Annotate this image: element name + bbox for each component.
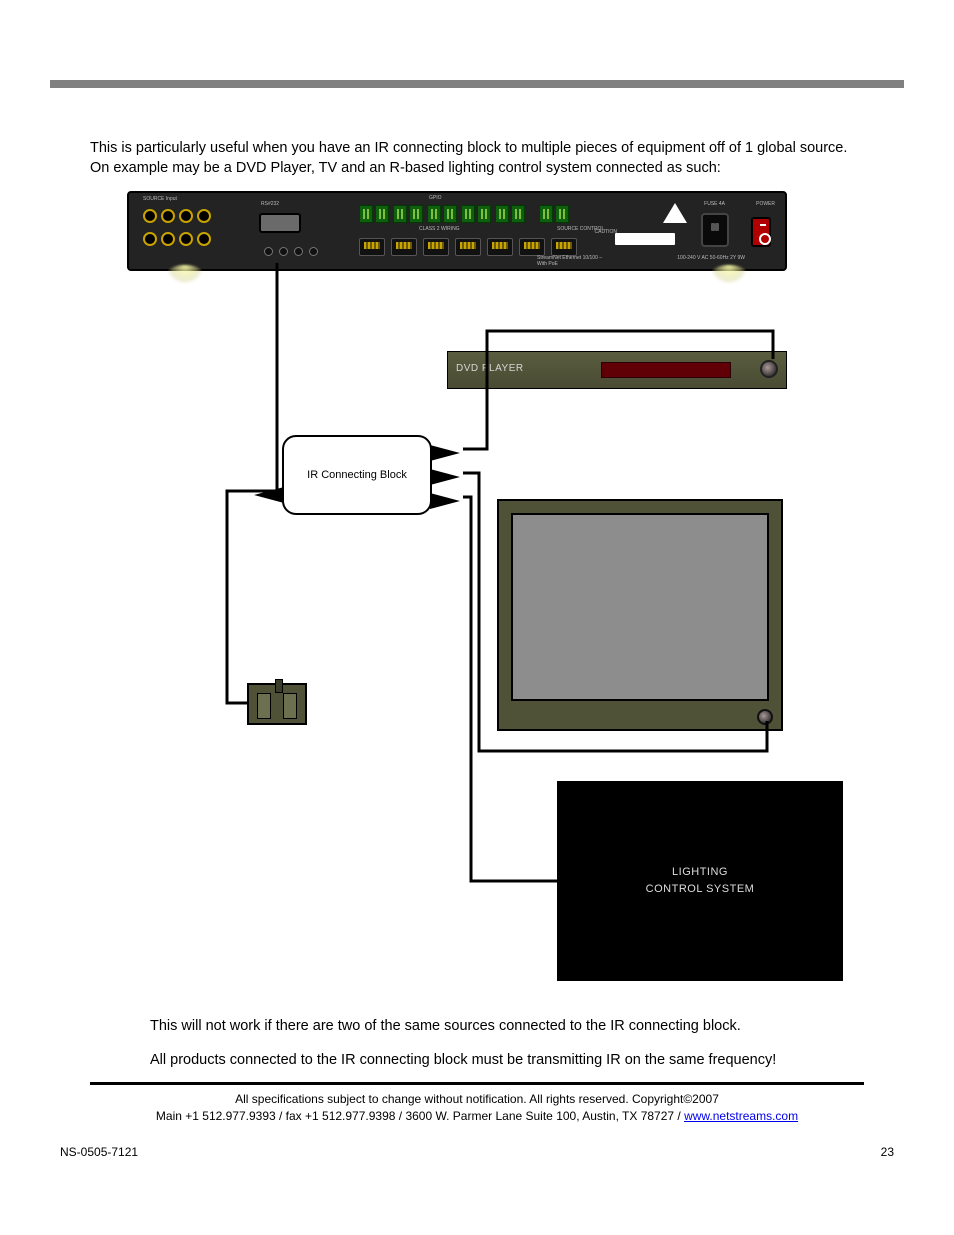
warning-triangle-icon: [663, 203, 687, 223]
ir-plug-1-icon: [430, 445, 460, 461]
rs232-port: [259, 213, 301, 233]
tv-screen: [511, 513, 769, 701]
dvd-label: DVD PLAYER: [456, 363, 524, 374]
lcs-label-2: CONTROL SYSTEM: [646, 881, 755, 898]
ir-plug-3-icon: [430, 493, 460, 509]
rca-inputs: [141, 207, 213, 253]
power-switch: [751, 217, 771, 247]
dvd-tray: [601, 362, 731, 378]
footer-link[interactable]: www.netstreams.com: [684, 1109, 798, 1123]
hub-label-source: SOURCE Input: [143, 196, 177, 202]
hub-label-fuse: FUSE 4A: [704, 201, 725, 207]
ir-connecting-block: IR Connecting Block: [282, 435, 432, 515]
ir-plug-in-icon: [254, 487, 284, 503]
ethernet-ports: [359, 238, 577, 256]
av-hub-rear-panel: SOURCE Input RS#232 GPIO CLASS 2 WIRING …: [127, 191, 787, 271]
hub-label-ac: 100-240 V AC 50-60Hz 2Y 9W: [677, 255, 745, 261]
caution-label: [615, 233, 675, 245]
footer-contact: Main +1 512.977.9393 / fax +1 512.977.93…: [50, 1108, 904, 1125]
lcs-label-1: LIGHTING: [646, 864, 755, 881]
lighting-control-system: LIGHTING CONTROL SYSTEM: [557, 781, 843, 981]
gpio-ports: [359, 205, 569, 223]
doc-id: NS-0505-7121: [60, 1145, 138, 1159]
hub-label-class2: CLASS 2 WIRING: [419, 226, 460, 232]
ir-plug-2-icon: [430, 469, 460, 485]
ir-block-label: IR Connecting Block: [307, 469, 407, 481]
hub-label-power: POWER: [756, 201, 775, 207]
tv-ir-receiver: [757, 709, 773, 725]
tv-monitor: [497, 499, 783, 731]
ir-out-ports: [264, 247, 318, 256]
footer-rule: [90, 1082, 864, 1085]
intro-paragraph: This is particularly useful when you hav…: [50, 138, 904, 179]
power-inlet: [701, 213, 729, 247]
note-2: All products connected to the IR connect…: [50, 1050, 904, 1070]
hub-label-net: StreamNet Ethernet 10/100 – With PoE: [537, 255, 607, 267]
footer-contact-text: Main +1 512.977.9393 / fax +1 512.977.93…: [156, 1109, 684, 1123]
wiring-diagram: SOURCE Input RS#232 GPIO CLASS 2 WIRING …: [127, 191, 827, 991]
header-rule: [50, 80, 904, 88]
dvd-player: DVD PLAYER: [447, 351, 787, 389]
dvd-ir-receiver: [760, 360, 778, 378]
wall-switch: [247, 683, 307, 725]
hub-label-caution: CAUTION: [595, 229, 618, 235]
page-number: 23: [881, 1145, 894, 1159]
hub-label-rs232: RS#232: [261, 201, 279, 207]
hub-label-gpio: GPIO: [429, 195, 442, 201]
note-1: This will not work if there are two of t…: [50, 1016, 904, 1036]
footer-spec: All specifications subject to change wit…: [50, 1091, 904, 1108]
